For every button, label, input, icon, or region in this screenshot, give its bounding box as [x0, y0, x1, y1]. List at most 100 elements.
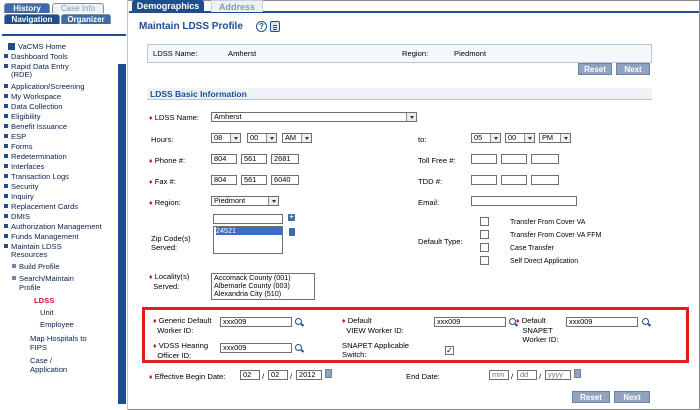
tdd-line-input[interactable]: [531, 175, 559, 185]
sidebar-scrollbar[interactable]: [118, 64, 126, 404]
tollfree-line-input[interactable]: [531, 154, 559, 164]
nav-item-search-maintain[interactable]: Search/Maintain: [12, 274, 74, 283]
tab-navigation[interactable]: Navigation: [4, 14, 60, 24]
nav-item-case-application[interactable]: Case /: [30, 356, 52, 365]
next-button-top[interactable]: Next: [616, 63, 650, 75]
nav-item-interfaces[interactable]: Interfaces: [4, 162, 44, 171]
phone-line-input[interactable]: 2681: [271, 154, 299, 164]
phone-label: ♦ Phone #:: [149, 156, 186, 165]
bullet-icon: [4, 54, 8, 58]
nav-item-esp[interactable]: ESP: [4, 132, 26, 141]
nav-item-ldss[interactable]: LDSS: [34, 296, 54, 305]
nav-item-data-collection[interactable]: Data Collection: [4, 102, 63, 111]
date-separator: /: [539, 372, 542, 381]
end-year-input[interactable]: yyyy: [545, 370, 571, 380]
locality-option[interactable]: Alexandria City (510): [214, 290, 314, 298]
tab-organizer[interactable]: Organizer: [61, 14, 111, 24]
nav-item-dashboard-tools[interactable]: Dashboard Tools: [4, 52, 68, 61]
default-type-checkbox-3[interactable]: [480, 243, 489, 252]
nav-item-authorization-management[interactable]: Authorization Management: [4, 222, 102, 231]
fax-prefix-input[interactable]: 561: [241, 175, 267, 185]
tab-address[interactable]: Address: [211, 0, 263, 12]
end-month-input[interactable]: mm: [489, 370, 509, 380]
nav-item-application-screening[interactable]: Application/Screening: [4, 82, 84, 91]
nav-item-maintain-ldss-cont[interactable]: Resources: [11, 250, 47, 259]
nav-item-rde-cont[interactable]: (RDE): [11, 70, 32, 79]
hours-from-ampm-select[interactable]: AM: [282, 133, 312, 143]
zip-code-selected[interactable]: 24521: [216, 227, 282, 235]
tab-case-info[interactable]: Case Info: [52, 3, 104, 13]
tollfree-area-input[interactable]: [471, 154, 497, 164]
nav-item-case-application-cont[interactable]: Application: [30, 365, 67, 374]
chevron-down-icon: [560, 134, 570, 142]
fax-line-input[interactable]: 6040: [271, 175, 299, 185]
nav-item-transaction-logs[interactable]: Transaction Logs: [4, 172, 69, 181]
nav-item-funds-management[interactable]: Funds Management: [4, 232, 79, 241]
phone-area-input[interactable]: 804: [211, 154, 237, 164]
tdd-prefix-input[interactable]: [501, 175, 527, 185]
zip-code-input[interactable]: [213, 214, 283, 224]
tdd-area-input[interactable]: [471, 175, 497, 185]
nav-item-map-hospitals[interactable]: Map Hospitals to: [30, 334, 87, 343]
next-button-bottom[interactable]: Next: [614, 391, 650, 403]
locality-list[interactable]: Accomack County (001) Albemarle County (…: [211, 273, 315, 300]
delete-icon[interactable]: [289, 228, 295, 236]
nav-item-benefit-issuance[interactable]: Benefit Issuance: [4, 122, 67, 131]
begin-day-input[interactable]: 02: [268, 370, 288, 380]
fax-label: ♦ Fax #:: [149, 177, 176, 186]
tollfree-prefix-input[interactable]: [501, 154, 527, 164]
ldss-name-select[interactable]: Amherst: [211, 112, 417, 122]
end-day-input[interactable]: dd: [517, 370, 537, 380]
default-type-checkbox-1[interactable]: [480, 217, 489, 226]
nav-item-my-workspace[interactable]: My Workspace: [4, 92, 61, 101]
nav-item-security[interactable]: Security: [4, 182, 38, 191]
tab-history[interactable]: History: [4, 3, 50, 13]
nav-item-unit[interactable]: Unit: [40, 308, 54, 317]
nav-item-replacement-cards[interactable]: Replacement Cards: [4, 202, 78, 211]
hours-to-label: to:: [418, 135, 427, 144]
tollfree-label: Toll Free #:: [418, 156, 456, 165]
reset-button-top[interactable]: Reset: [578, 63, 612, 75]
nav-item-redetermination[interactable]: Redetermination: [4, 152, 67, 161]
calendar-icon[interactable]: [574, 369, 581, 378]
default-type-checkbox-2[interactable]: [480, 230, 489, 239]
calendar-icon[interactable]: [325, 369, 332, 378]
hours-to-ampm-select[interactable]: PM: [539, 133, 571, 143]
document-icon[interactable]: [270, 21, 280, 32]
chevron-down-icon: [230, 134, 240, 142]
nav-item-dmis[interactable]: DMIS: [4, 212, 30, 221]
nav-item-inquiry[interactable]: Inquiry: [4, 192, 34, 201]
begin-year-input[interactable]: 2012: [296, 370, 322, 380]
email-input[interactable]: [471, 196, 577, 206]
email-label: Email:: [418, 198, 440, 207]
begin-month-input[interactable]: 02: [240, 370, 260, 380]
tdd-label: TDD #:: [418, 177, 443, 186]
bullet-icon: [4, 174, 8, 178]
hours-from-minute-select[interactable]: 00: [247, 133, 277, 143]
hours-to-minute-select[interactable]: 00: [505, 133, 535, 143]
phone-prefix-input[interactable]: 561: [241, 154, 267, 164]
nav-item-forms[interactable]: Forms: [4, 142, 33, 151]
nav-item-map-hospitals-cont[interactable]: FIPS: [30, 343, 47, 352]
nav-item-employee[interactable]: Employee: [40, 320, 74, 329]
chevron-down-icon: [266, 134, 276, 142]
default-type-checkbox-4[interactable]: [480, 256, 489, 265]
nav-item-search-maintain-cont[interactable]: Profile: [19, 283, 41, 292]
nav-item-build-profile[interactable]: Build Profile: [12, 262, 60, 271]
zip-code-list[interactable]: 24521: [213, 226, 283, 254]
hours-from-hour-select[interactable]: 08: [211, 133, 241, 143]
help-icon[interactable]: ?: [256, 21, 267, 32]
region-select[interactable]: Piedmont: [211, 196, 279, 206]
hours-to-hour-select[interactable]: 05: [471, 133, 501, 143]
default-type-label-1: Transfer From Cover VA: [510, 219, 586, 226]
fax-area-input[interactable]: 804: [211, 175, 237, 185]
header-ldss-name-label: LDSS Name:: [153, 49, 198, 58]
bullet-icon: [4, 124, 8, 128]
default-type-label-4: Self Direct Application: [510, 258, 579, 265]
tab-demographics[interactable]: Demographics: [132, 0, 204, 12]
reset-button-bottom[interactable]: Reset: [572, 391, 610, 403]
nav-item-vacms-home[interactable]: VaCMS Home: [8, 42, 66, 51]
add-icon[interactable]: +: [288, 214, 295, 221]
nav-item-eligibility[interactable]: Eligibility: [4, 112, 41, 121]
header-region-value: Piedmont: [454, 49, 487, 58]
